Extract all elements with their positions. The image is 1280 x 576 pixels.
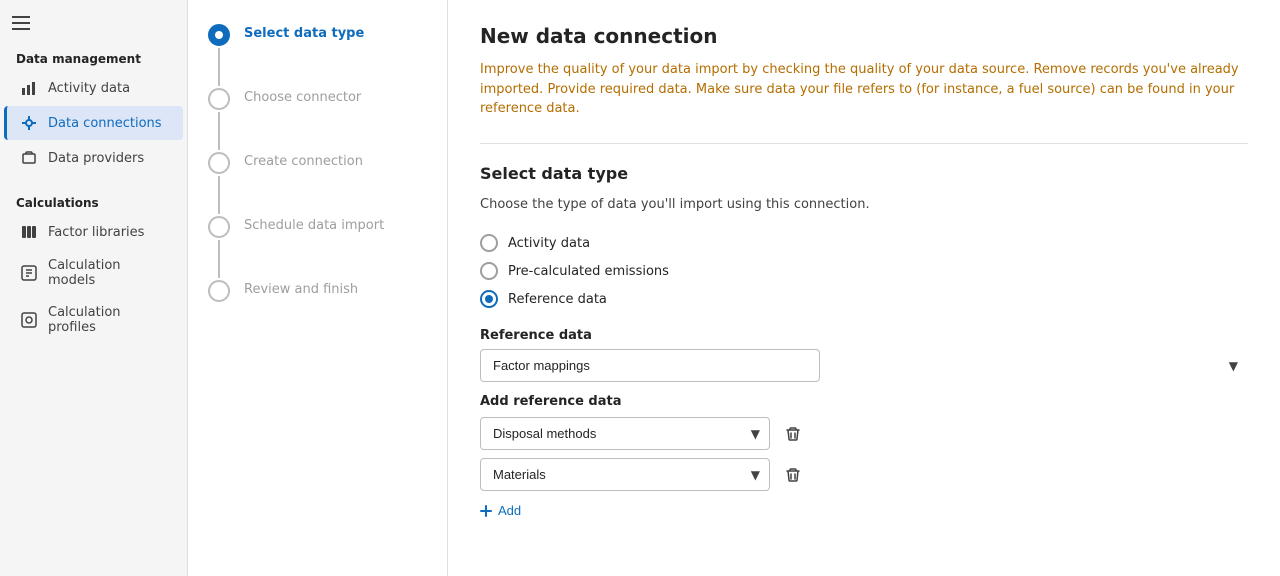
radio-circle-pre-calculated — [480, 262, 498, 280]
radio-circle-reference-data — [480, 290, 498, 308]
add-reference-row-2: Materials Disposal methods Fuel sources … — [480, 458, 1248, 491]
info-banner: Improve the quality of your data import … — [480, 60, 1248, 119]
data-connections-icon — [20, 114, 38, 132]
sidebar-section-label-data-management: Data management — [0, 42, 187, 70]
sidebar-item-label-factor-libraries: Factor libraries — [48, 225, 144, 240]
section-title: Select data type — [480, 164, 1248, 183]
delete-row-1-button[interactable] — [778, 419, 808, 449]
sidebar-section-label-calculations: Calculations — [0, 186, 187, 214]
step-circle-2 — [208, 88, 230, 110]
step-schedule-data-import: Schedule data import — [208, 216, 427, 280]
factor-libraries-icon — [20, 223, 38, 241]
radio-reference-data[interactable]: Reference data — [480, 290, 1248, 308]
step-circle-5 — [208, 280, 230, 302]
step-line-1 — [218, 48, 220, 86]
sidebar-item-label-data-providers: Data providers — [48, 151, 144, 166]
add-ref-dropdown-1[interactable]: Disposal methods Materials Fuel sources — [480, 417, 770, 450]
radio-group-data-type: Activity data Pre-calculated emissions R… — [480, 234, 1248, 308]
step-select-data-type: Select data type — [208, 24, 427, 88]
sidebar-item-data-connections[interactable]: Data connections — [4, 106, 183, 140]
step-label-choose-connector: Choose connector — [244, 88, 361, 105]
step-connector-4 — [208, 216, 230, 280]
sidebar-item-calculation-models[interactable]: Calculation models — [4, 250, 183, 296]
sidebar-item-label-calculation-profiles: Calculation profiles — [48, 305, 167, 335]
add-reference-button-label: Add — [498, 503, 521, 518]
stepper-panel: Select data type Choose connector Create… — [188, 0, 448, 576]
activity-data-icon — [20, 79, 38, 97]
add-ref-dropdown-2[interactable]: Materials Disposal methods Fuel sources — [480, 458, 770, 491]
step-circle-1 — [208, 24, 230, 46]
section-divider — [480, 143, 1248, 144]
radio-activity-data[interactable]: Activity data — [480, 234, 1248, 252]
step-line-4 — [218, 240, 220, 278]
add-ref-dropdown-container-1: Disposal methods Materials Fuel sources … — [480, 417, 770, 450]
sidebar-item-activity-data[interactable]: Activity data — [4, 71, 183, 105]
step-create-connection: Create connection — [208, 152, 427, 216]
sidebar-item-label-data-connections: Data connections — [48, 116, 162, 131]
sidebar-item-factor-libraries[interactable]: Factor libraries — [4, 215, 183, 249]
page-title: New data connection — [480, 24, 1248, 48]
sidebar-section-calculations: Calculations Factor libraries Calculatio… — [0, 186, 187, 344]
step-label-select-data-type: Select data type — [244, 24, 364, 41]
sidebar-item-calculation-profiles[interactable]: Calculation profiles — [4, 297, 183, 343]
sidebar-item-label-activity-data: Activity data — [48, 81, 130, 96]
data-providers-icon — [20, 149, 38, 167]
sidebar: Data management Activity data Data conne… — [0, 0, 188, 576]
step-choose-connector: Choose connector — [208, 88, 427, 152]
add-reference-button[interactable]: Add — [480, 499, 521, 522]
reference-data-dropdown[interactable]: Factor mappings Emission factors Supplie… — [480, 349, 820, 382]
sidebar-section-data-management: Data management Activity data Data conne… — [0, 42, 187, 176]
step-line-2 — [218, 112, 220, 150]
add-ref-dropdown-container-2: Materials Disposal methods Fuel sources … — [480, 458, 770, 491]
step-review-and-finish: Review and finish — [208, 280, 427, 302]
reference-data-dropdown-container: Factor mappings Emission factors Supplie… — [480, 349, 1248, 382]
step-circle-4 — [208, 216, 230, 238]
step-label-create-connection: Create connection — [244, 152, 363, 169]
radio-label-pre-calculated: Pre-calculated emissions — [508, 264, 669, 279]
delete-row-2-button[interactable] — [778, 460, 808, 490]
reference-data-dropdown-arrow: ▼ — [1229, 359, 1238, 373]
step-line-3 — [218, 176, 220, 214]
section-description: Choose the type of data you'll import us… — [480, 195, 880, 215]
radio-pre-calculated-emissions[interactable]: Pre-calculated emissions — [480, 262, 1248, 280]
radio-label-activity-data: Activity data — [508, 236, 590, 251]
sidebar-item-data-providers[interactable]: Data providers — [4, 141, 183, 175]
radio-circle-activity-data — [480, 234, 498, 252]
reference-data-field-label: Reference data — [480, 328, 1248, 343]
step-label-review-and-finish: Review and finish — [244, 280, 358, 297]
hamburger-button[interactable] — [0, 0, 187, 42]
main-content: New data connection Improve the quality … — [448, 0, 1280, 576]
step-connector-2 — [208, 88, 230, 152]
step-connector-5 — [208, 280, 230, 302]
step-circle-3 — [208, 152, 230, 174]
step-connector-3 — [208, 152, 230, 216]
add-reference-row-1: Disposal methods Materials Fuel sources … — [480, 417, 1248, 450]
calculation-models-icon — [20, 264, 38, 282]
sidebar-item-label-calculation-models: Calculation models — [48, 258, 167, 288]
step-label-schedule-data-import: Schedule data import — [244, 216, 384, 233]
add-reference-label: Add reference data — [480, 394, 1248, 409]
step-connector-1 — [208, 24, 230, 88]
calculation-profiles-icon — [20, 311, 38, 329]
radio-label-reference-data: Reference data — [508, 292, 607, 307]
